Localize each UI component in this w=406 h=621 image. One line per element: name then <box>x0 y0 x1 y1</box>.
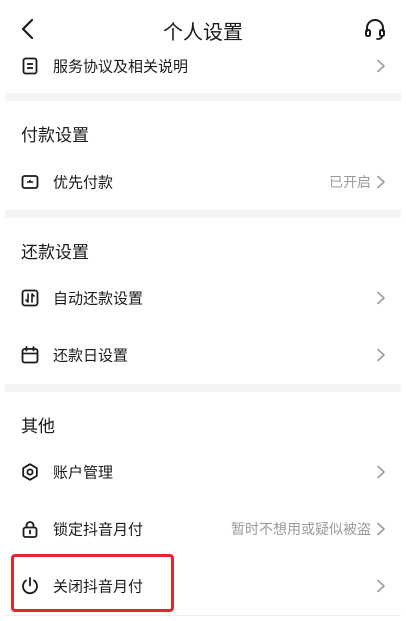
row-label: 还款日设置 <box>53 346 129 365</box>
chevron-right-icon <box>377 465 385 479</box>
auto-repay-icon <box>20 288 40 308</box>
calendar-icon <box>20 345 40 365</box>
chevron-right-icon <box>377 175 385 189</box>
section-divider <box>5 93 401 101</box>
row-label: 锁定抖音月付 <box>53 520 144 539</box>
row-close-pay[interactable]: 关闭抖音月付 <box>0 558 406 614</box>
bottom-divider <box>5 615 401 616</box>
row-service-agreement[interactable]: 服务协议及相关说明 <box>0 38 406 94</box>
row-priority-pay[interactable]: 优先付款 已开启 <box>0 154 406 210</box>
row-auto-repay[interactable]: 自动还款设置 <box>0 270 406 326</box>
section-divider <box>5 210 401 218</box>
row-repay-day[interactable]: 还款日设置 <box>0 327 406 383</box>
document-icon <box>20 56 40 76</box>
section-title-repayment: 还款设置 <box>21 243 89 263</box>
chevron-right-icon <box>377 348 385 362</box>
chevron-left-icon <box>21 18 34 40</box>
chevron-right-icon <box>377 579 385 593</box>
section-title-other: 其他 <box>21 417 55 437</box>
section-divider <box>5 384 401 392</box>
row-label: 自动还款设置 <box>53 289 144 308</box>
row-status-value: 已开启 <box>329 175 371 191</box>
row-account-manage[interactable]: 账户管理 <box>0 444 406 500</box>
chevron-right-icon <box>377 522 385 536</box>
section-title-payment: 付款设置 <box>21 126 89 146</box>
wallet-icon <box>20 172 40 192</box>
hexagon-gear-icon <box>20 462 40 482</box>
row-label: 关闭抖音月付 <box>53 577 144 596</box>
lock-icon <box>20 519 40 539</box>
row-lock-pay[interactable]: 锁定抖音月付 暂时不想用或疑似被盗 <box>0 501 406 557</box>
chevron-right-icon <box>377 59 385 73</box>
row-label: 账户管理 <box>53 463 114 482</box>
chevron-right-icon <box>377 291 385 305</box>
row-label: 优先付款 <box>53 173 114 192</box>
row-label: 服务协议及相关说明 <box>53 57 189 76</box>
row-hint-value: 暂时不想用或疑似被盗 <box>231 522 371 538</box>
power-icon <box>20 576 40 596</box>
